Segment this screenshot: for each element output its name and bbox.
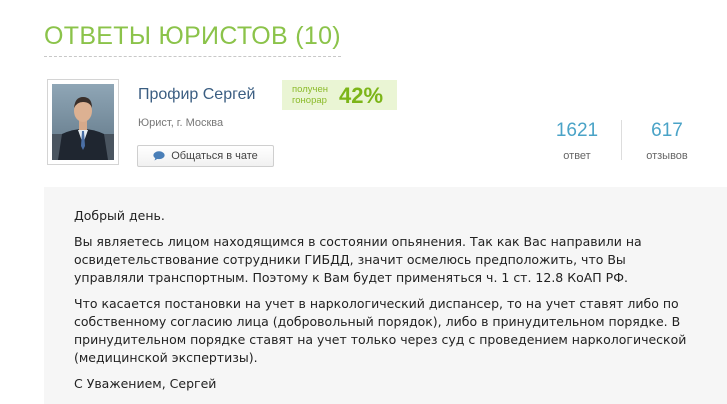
answer-paragraph: Вы являетесь лицом находящимся в состоян… (74, 234, 642, 285)
stats-divider (621, 120, 622, 160)
answer-text: Добрый день. Вы являетесь лицом находящи… (74, 207, 694, 401)
lawyer-photo (52, 84, 114, 160)
answer-box: Добрый день. Вы являетесь лицом находящи… (44, 187, 727, 404)
answer-signature: С Уважением, Сергей (74, 376, 217, 391)
fee-label: получен гонорар (292, 84, 328, 106)
fee-badge: получен гонорар 42% (282, 80, 397, 110)
reviews-count: 617 (651, 120, 683, 141)
lawyer-role: Юрист, г. Москва (138, 117, 224, 129)
chat-button-label: Общаться в чате (171, 150, 258, 162)
chat-bubble-icon (153, 151, 165, 161)
reviews-stat[interactable]: 617 отзывов (638, 120, 696, 162)
answer-greeting: Добрый день. (74, 208, 165, 223)
lawyer-name[interactable]: Профир Сергей (138, 86, 255, 104)
answers-stat: 1621 ответ (548, 120, 606, 162)
lawyer-avatar[interactable] (47, 79, 119, 165)
chat-button[interactable]: Общаться в чате (137, 145, 274, 167)
section-title: ОТВЕТЫ ЮРИСТОВ (10) (44, 22, 341, 57)
fee-value: 42% (339, 83, 384, 108)
answers-label: ответ (563, 150, 591, 162)
answers-count: 1621 (555, 120, 599, 141)
reviews-label: отзывов (646, 150, 688, 162)
answer-paragraph: Что касается постановки на учет в наркол… (74, 296, 687, 365)
